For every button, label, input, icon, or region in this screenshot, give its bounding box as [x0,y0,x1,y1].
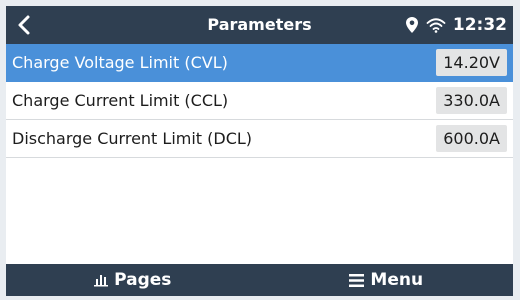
menu-label: Menu [370,270,424,290]
parameter-row-cvl[interactable]: Charge Voltage Limit (CVL) 14.20V [6,44,513,82]
footer-bar: Pages Menu [6,264,513,296]
location-pin-icon [405,17,418,33]
parameter-row-dcl[interactable]: Discharge Current Limit (DCL) 600.0A [6,120,513,158]
menu-button[interactable]: Menu [260,264,514,296]
header-bar: Parameters 12:32 [6,6,513,44]
status-clock: 12:32 [452,15,507,35]
pages-label: Pages [114,270,172,290]
parameter-label: Discharge Current Limit (DCL) [12,129,253,148]
wifi-icon [426,18,446,33]
parameter-value: 600.0A [436,125,507,152]
parameter-list: Charge Voltage Limit (CVL) 14.20V Charge… [6,44,513,158]
parameter-value: 330.0A [436,87,507,114]
bar-chart-icon [94,275,109,287]
screen: Parameters 12:32 Charge Voltage Limit (C… [6,6,513,296]
hamburger-menu-icon [349,273,365,287]
parameter-label: Charge Current Limit (CCL) [12,91,229,110]
parameter-value: 14.20V [436,49,507,76]
parameter-label: Charge Voltage Limit (CVL) [12,53,228,72]
parameter-row-ccl[interactable]: Charge Current Limit (CCL) 330.0A [6,82,513,120]
pages-button[interactable]: Pages [6,264,260,296]
status-area: 12:32 [405,6,507,44]
